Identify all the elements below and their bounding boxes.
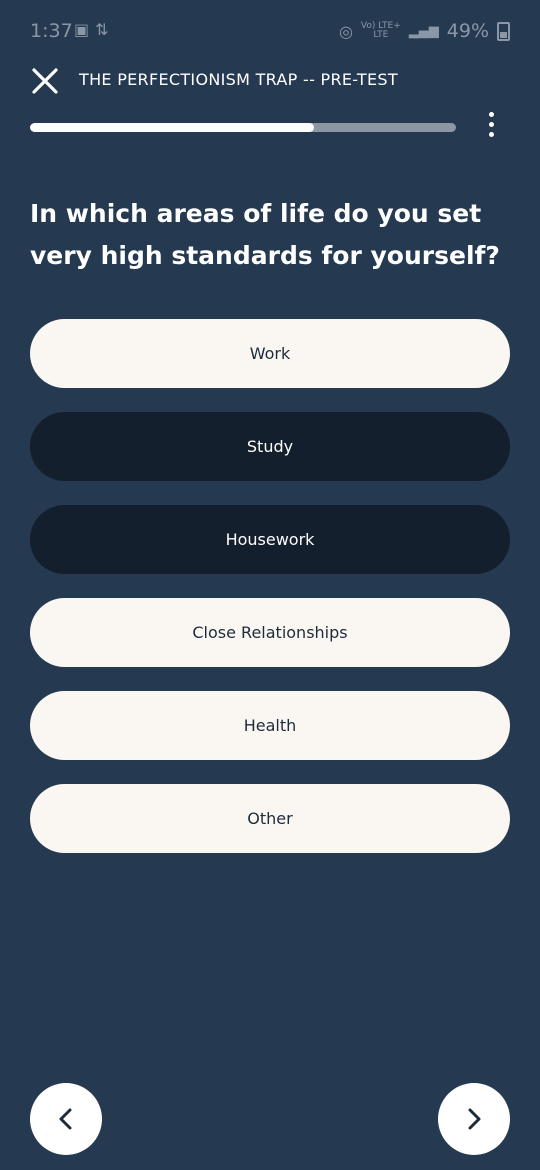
option-housework[interactable]: Housework	[30, 505, 510, 574]
options-list: Work Study Housework Close Relationships…	[30, 319, 510, 877]
header: THE PERFECTIONISM TRAP -- PRE-TEST	[0, 60, 540, 104]
option-other[interactable]: Other	[30, 784, 510, 853]
option-work[interactable]: Work	[30, 319, 510, 388]
question-text: In which areas of life do you set very h…	[30, 199, 500, 270]
status-bar: 1:37 ▣⇅ ◎ Vo) LTE+ LTE ▂▄▆ 49%	[0, 0, 540, 62]
network-indicator: Vo) LTE+ LTE	[361, 22, 401, 40]
progress-bar	[30, 123, 456, 132]
option-close-relationships[interactable]: Close Relationships	[30, 598, 510, 667]
option-health[interactable]: Health	[30, 691, 510, 760]
status-time: 1:37	[30, 20, 73, 42]
status-right: ◎ Vo) LTE+ LTE ▂▄▆ 49%	[339, 20, 510, 42]
signal-icon: ▂▄▆	[408, 23, 439, 39]
battery-percent: 49%	[446, 20, 489, 42]
previous-button[interactable]	[30, 1083, 102, 1155]
hotspot-icon: ◎	[338, 21, 353, 41]
option-study[interactable]: Study	[30, 412, 510, 481]
more-vertical-icon[interactable]	[478, 112, 504, 144]
chevron-left-icon	[59, 1108, 72, 1130]
next-button[interactable]	[438, 1083, 510, 1155]
battery-icon	[497, 21, 510, 41]
page-title: THE PERFECTIONISM TRAP -- PRE-TEST	[79, 70, 398, 89]
progress-fill	[30, 123, 315, 132]
chevron-right-icon	[468, 1108, 481, 1130]
close-icon[interactable]	[30, 66, 60, 96]
notification-icons: ▣⇅	[74, 20, 115, 39]
network-bottom-label: LTE	[373, 30, 389, 40]
